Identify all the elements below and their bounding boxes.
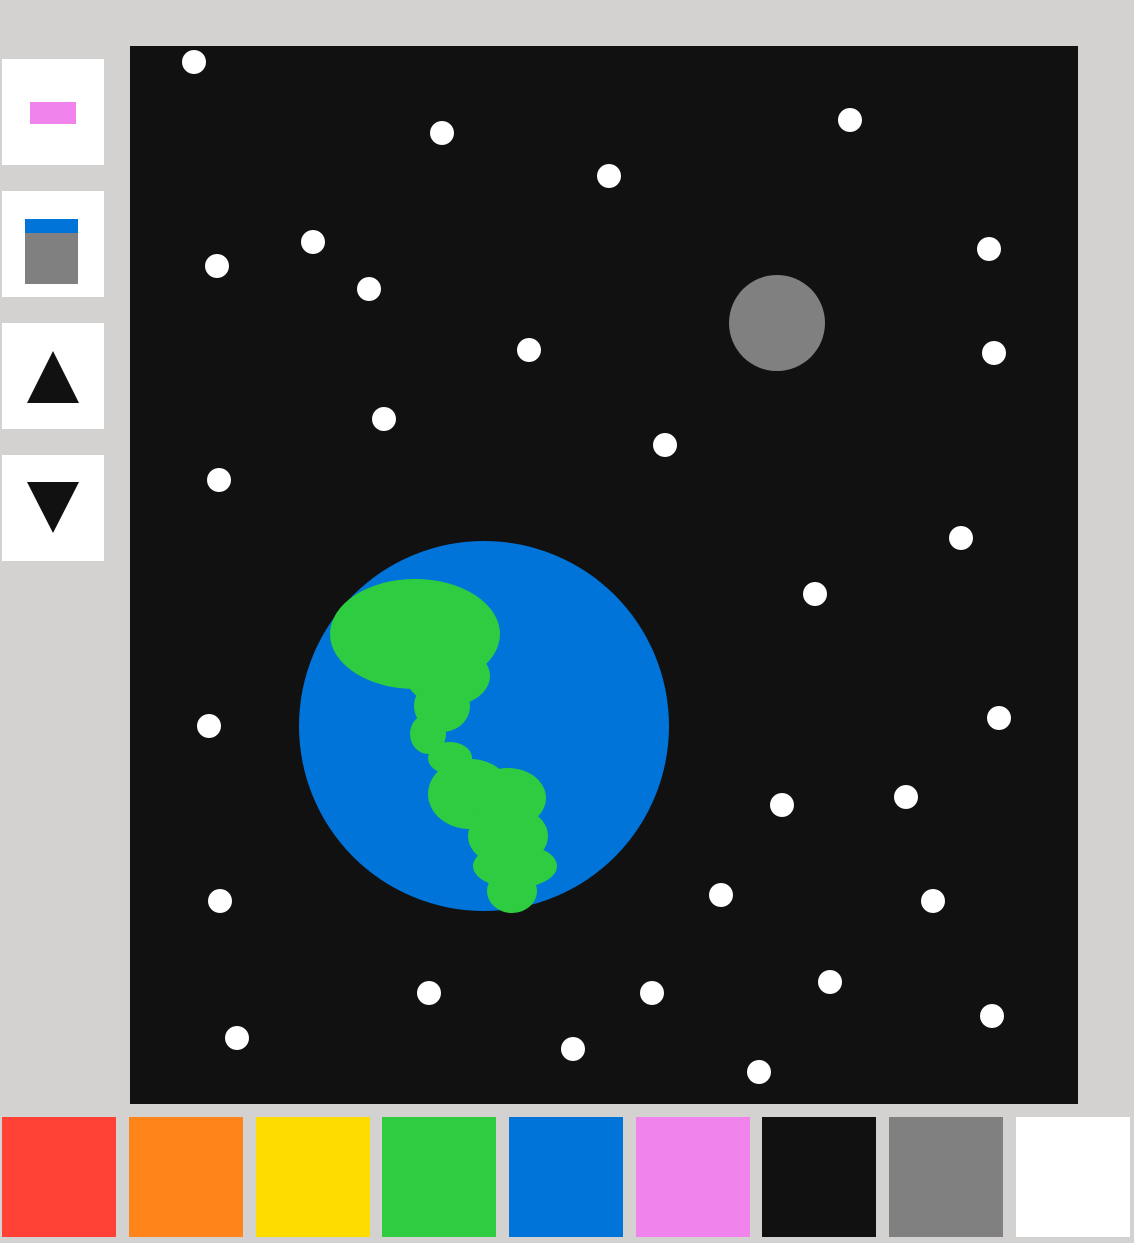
star — [357, 277, 381, 301]
color-swatch[interactable] — [636, 1117, 750, 1237]
color-swatch[interactable] — [1016, 1117, 1130, 1237]
color-swatch[interactable] — [256, 1117, 370, 1237]
triangle-down-tool-button[interactable] — [2, 455, 104, 561]
star — [770, 793, 794, 817]
star — [982, 341, 1006, 365]
pink-bar-tool-button[interactable] — [2, 59, 104, 165]
star — [921, 889, 945, 913]
earth — [299, 541, 669, 913]
star — [430, 121, 454, 145]
star — [301, 230, 325, 254]
star — [517, 338, 541, 362]
star — [561, 1037, 585, 1061]
star — [197, 714, 221, 738]
triangle-down-icon — [27, 482, 79, 533]
star — [980, 1004, 1004, 1028]
star — [977, 237, 1001, 261]
star — [225, 1026, 249, 1050]
fill-bucket-tool-button[interactable] — [2, 191, 104, 297]
star — [747, 1060, 771, 1084]
color-swatch[interactable] — [129, 1117, 243, 1237]
star — [987, 706, 1011, 730]
star — [653, 433, 677, 457]
color-palette — [0, 1117, 1134, 1237]
star — [182, 50, 206, 74]
star — [597, 164, 621, 188]
triangle-up-icon — [27, 351, 79, 403]
star — [417, 981, 441, 1005]
star — [709, 883, 733, 907]
color-swatch[interactable] — [382, 1117, 496, 1237]
drawing-canvas[interactable] — [130, 46, 1078, 1104]
color-swatch[interactable] — [2, 1117, 116, 1237]
fill-bucket-icon — [25, 219, 78, 284]
star — [372, 407, 396, 431]
stars — [182, 50, 1011, 1084]
star — [205, 254, 229, 278]
star — [207, 468, 231, 492]
pink-bar-icon — [30, 102, 76, 124]
star — [208, 889, 232, 913]
moon — [729, 275, 825, 371]
space-scene-drawing — [182, 50, 1011, 1084]
color-swatch[interactable] — [762, 1117, 876, 1237]
star — [803, 582, 827, 606]
star — [949, 526, 973, 550]
star — [838, 108, 862, 132]
color-swatch[interactable] — [509, 1117, 623, 1237]
triangle-up-tool-button[interactable] — [2, 323, 104, 429]
star — [894, 785, 918, 809]
color-swatch[interactable] — [889, 1117, 1003, 1237]
star — [818, 970, 842, 994]
star — [640, 981, 664, 1005]
